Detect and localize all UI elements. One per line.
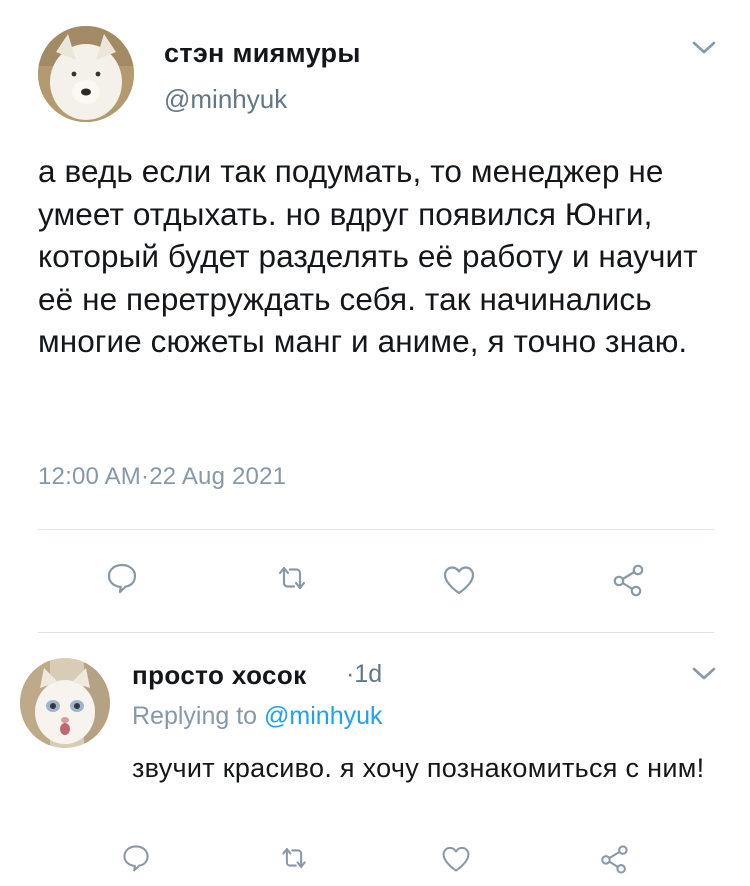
replying-to: Replying to @minhyuk [132,702,383,731]
reply-time[interactable]: ·1d [346,660,382,689]
author-name[interactable]: стэн миямуры [164,38,361,69]
reply-icon[interactable] [120,842,152,874]
author-avatar[interactable] [38,26,134,122]
chevron-down-icon[interactable] [690,38,718,58]
divider [38,529,714,530]
retweet-icon[interactable] [274,560,310,596]
reply-text: звучит красиво. я хочу познакомиться с н… [132,753,705,783]
reply-author-avatar[interactable] [20,658,110,748]
reply-age: 1d [354,660,383,688]
retweet-icon[interactable] [278,842,310,874]
tweet-text: а ведь если так подумать, то менеджер не… [38,153,698,359]
share-icon[interactable] [598,843,630,875]
divider [38,632,714,633]
share-icon[interactable] [610,562,646,598]
cat-avatar-image [20,658,110,748]
author-handle[interactable]: @minhyuk [164,84,287,115]
wolf-avatar-image [38,26,134,122]
like-icon[interactable] [440,843,472,875]
like-icon[interactable] [441,562,477,598]
reply-author-name[interactable]: просто хосок [132,660,307,691]
replying-to-label: Replying to [132,702,258,730]
chevron-down-icon[interactable] [690,664,718,684]
reply-icon[interactable] [104,560,140,596]
replying-to-handle[interactable]: @minhyuk [264,702,382,730]
tweet-timestamp[interactable]: 12:00 AM·22 Aug 2021 [38,463,286,491]
